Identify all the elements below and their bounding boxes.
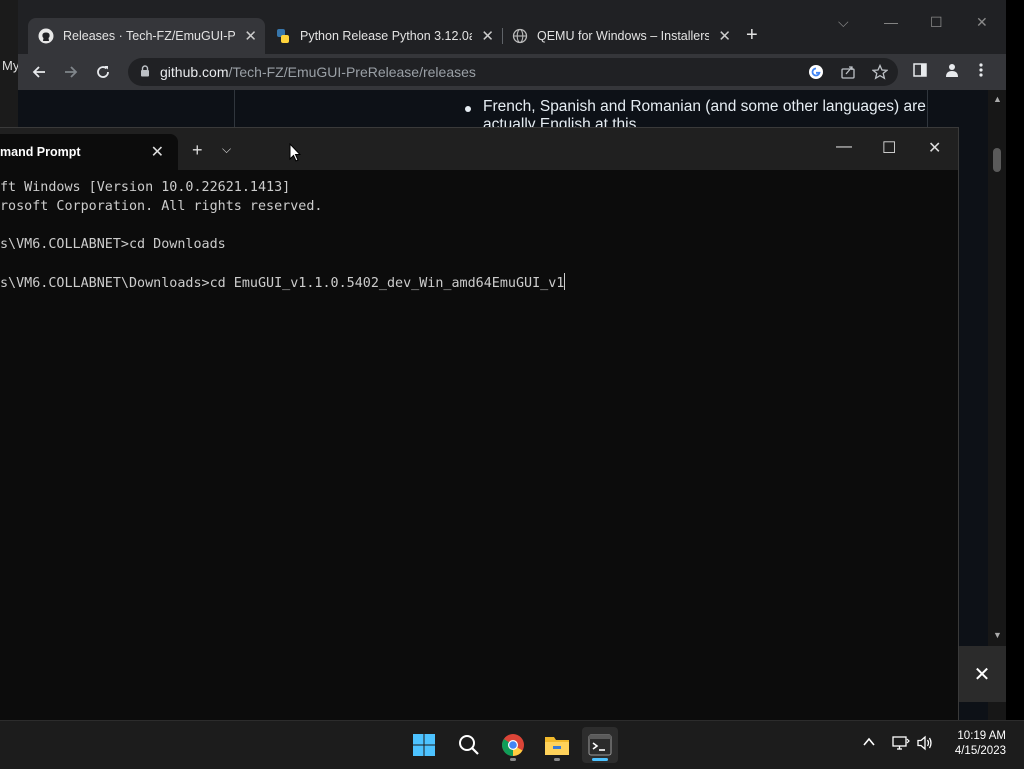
mouse-cursor-icon	[289, 142, 302, 168]
close-tab-icon[interactable]: ✕	[481, 27, 494, 45]
minimize-icon[interactable]: —	[884, 14, 898, 30]
maximize-icon[interactable]: ☐	[930, 14, 943, 31]
terminal-titlebar: mand Prompt ✕ + ⌵ — ☐ ✕	[0, 128, 958, 170]
file-explorer-icon[interactable]	[539, 727, 575, 763]
terminal-window: mand Prompt ✕ + ⌵ — ☐ ✕ ft Windows [Vers…	[0, 128, 958, 720]
scroll-up-icon[interactable]: ▲	[993, 94, 1002, 104]
browser-tab-label: QEMU for Windows – Installers (	[537, 29, 709, 43]
profile-avatar-icon[interactable]	[944, 62, 960, 83]
search-icon[interactable]	[451, 727, 487, 763]
tab-search-icon[interactable]: ⌵	[838, 14, 849, 31]
kebab-menu-icon[interactable]	[978, 62, 984, 83]
github-icon	[38, 28, 54, 44]
back-icon[interactable]	[28, 61, 50, 83]
clock-date: 4/15/2023	[954, 745, 1006, 757]
chevron-up-icon[interactable]	[862, 735, 876, 754]
terminal-tab-command-prompt[interactable]: mand Prompt ✕	[0, 134, 178, 170]
network-icon[interactable]	[892, 735, 910, 756]
browser-toolbar: github.com/Tech-FZ/EmuGUI-PreRelease/rel…	[18, 54, 1006, 90]
python-icon	[275, 28, 291, 44]
windows-start-icon[interactable]	[406, 727, 442, 763]
side-panel-icon[interactable]	[912, 62, 928, 83]
new-tab-button[interactable]: +	[746, 24, 758, 46]
globe-icon	[512, 28, 528, 44]
scrollbar-thumb[interactable]	[993, 148, 1001, 172]
running-indicator	[592, 758, 608, 761]
terminal-icon[interactable]	[582, 727, 618, 763]
notification-close-button[interactable]: ✕	[974, 662, 991, 687]
release-notes-box: French, Spanish and Romanian (and some o…	[234, 90, 928, 133]
taskbar: 10:19 AM 4/15/2023	[0, 720, 1024, 769]
close-window-icon[interactable]: ✕	[976, 14, 988, 31]
terminal-line: rosoft Corporation. All rights reserved.	[0, 199, 323, 214]
close-tab-icon[interactable]: ✕	[718, 27, 731, 45]
close-tab-icon[interactable]: ✕	[244, 27, 257, 45]
running-indicator	[554, 758, 560, 761]
forward-icon[interactable]	[60, 61, 82, 83]
terminal-line: s\VM6.COLLABNET>cd Downloads	[0, 237, 226, 252]
terminal-tab-title: mand Prompt	[0, 145, 81, 159]
text-caret	[564, 273, 566, 290]
volume-icon[interactable]	[916, 735, 934, 756]
url-host: github.com	[160, 64, 229, 80]
close-tab-icon[interactable]: ✕	[151, 142, 164, 162]
clock-time: 10:19 AM	[957, 730, 1006, 742]
browser-tab-label: Python Release Python 3.12.0a7	[300, 29, 472, 43]
reload-icon[interactable]	[92, 61, 114, 83]
bookmark-star-icon[interactable]	[871, 63, 889, 83]
browser-tab-python[interactable]: Python Release Python 3.12.0a7 ✕	[265, 18, 502, 54]
running-indicator	[510, 758, 516, 761]
close-window-icon[interactable]: ✕	[928, 138, 941, 158]
scroll-down-icon[interactable]: ▼	[993, 630, 1002, 640]
share-icon[interactable]	[840, 64, 856, 83]
browser-tab-label: Releases · Tech-FZ/EmuGUI-PreR	[63, 29, 235, 43]
address-bar[interactable]: github.com/Tech-FZ/EmuGUI-PreRelease/rel…	[128, 58, 898, 86]
url-path: /Tech-FZ/EmuGUI-PreRelease/releases	[228, 64, 476, 80]
chevron-down-icon[interactable]: ⌵	[222, 142, 231, 157]
system-clock[interactable]: 10:19 AM 4/15/2023	[955, 729, 1006, 759]
page-scrollbar[interactable]: ▲ ▼	[988, 90, 1006, 720]
notification-panel: ✕	[958, 646, 1006, 702]
browser-tabstrip: Releases · Tech-FZ/EmuGUI-PreR ✕ Python …	[18, 0, 1006, 54]
terminal-new-tab-button[interactable]: +	[192, 140, 203, 161]
desktop-partial-text: My	[2, 58, 20, 73]
browser-tab-qemu[interactable]: QEMU for Windows – Installers ( ✕	[502, 18, 739, 54]
chrome-icon[interactable]	[495, 727, 531, 763]
terminal-line: ft Windows [Version 10.0.22621.1413]	[0, 180, 291, 195]
google-lens-icon[interactable]	[808, 64, 824, 83]
terminal-command-line: s\VM6.COLLABNET\Downloads>cd EmuGUI_v1.1…	[0, 276, 565, 291]
minimize-icon[interactable]: —	[836, 138, 852, 156]
terminal-output[interactable]: ft Windows [Version 10.0.22621.1413] ros…	[0, 174, 958, 714]
browser-tab-releases[interactable]: Releases · Tech-FZ/EmuGUI-PreR ✕	[28, 18, 265, 54]
maximize-icon[interactable]: ☐	[882, 138, 896, 158]
lock-icon	[140, 64, 150, 80]
